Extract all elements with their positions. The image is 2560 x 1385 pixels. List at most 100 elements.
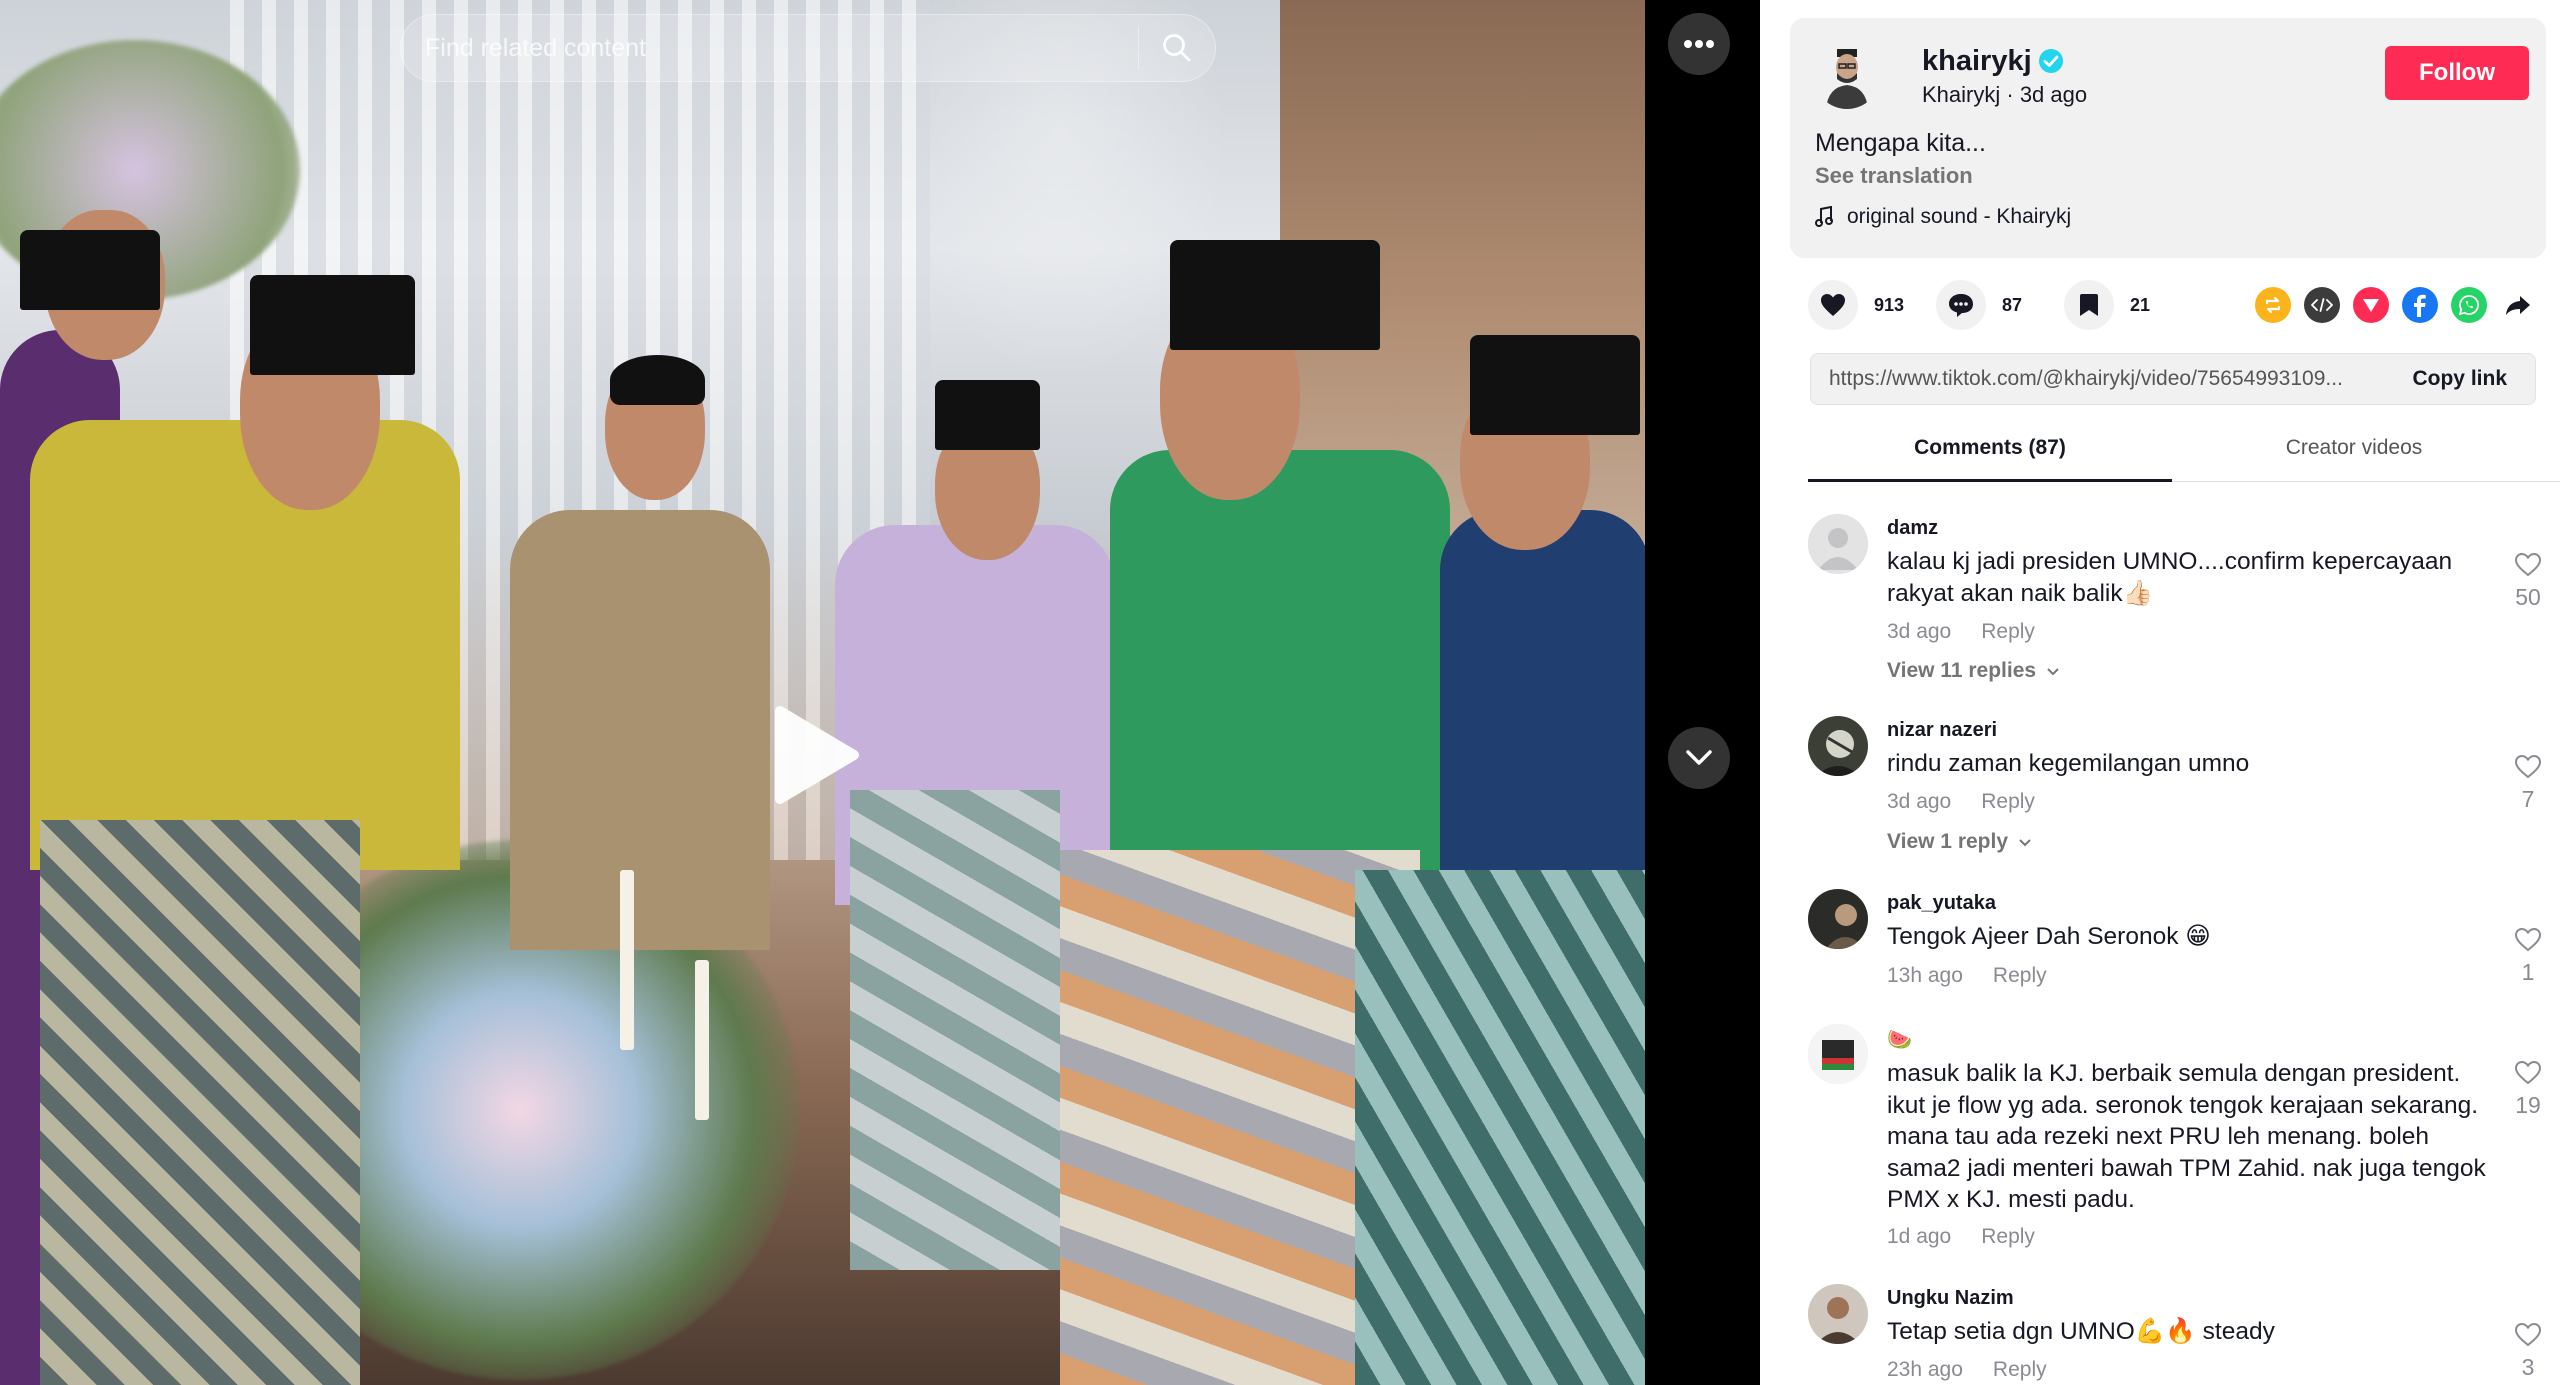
author-card: khairykj Khairykj · 3d ago Follow Mengap… (1790, 18, 2546, 258)
author-subline: Khairykj · 3d ago (1922, 82, 2087, 108)
facebook-icon[interactable] (2402, 287, 2438, 323)
embed-icon[interactable] (2304, 287, 2340, 323)
comment-like-button[interactable]: 19 (2510, 1060, 2546, 1119)
candle (695, 960, 709, 1120)
view-replies-button[interactable]: View 11 replies (1887, 659, 2060, 683)
like-circle (1808, 280, 1858, 330)
link-box: https://www.tiktok.com/@khairykj/video/7… (1810, 353, 2536, 405)
heart-outline-icon (2514, 754, 2542, 779)
video-panel (0, 0, 1760, 1385)
send-icon[interactable] (2353, 287, 2389, 323)
author-display-name: Khairykj (1922, 82, 2001, 107)
comment-username[interactable]: 🍉 (1887, 1027, 1912, 1052)
follow-button[interactable]: Follow (2385, 46, 2529, 100)
reply-button[interactable]: Reply (1993, 964, 2047, 988)
video-caption: Mengapa kita... (1815, 129, 1986, 157)
search-box (400, 14, 1216, 82)
video-link-url[interactable]: https://www.tiktok.com/@khairykj/video/7… (1811, 367, 2394, 391)
avatar-image (1808, 889, 1868, 949)
comment-avatar[interactable] (1808, 1024, 1868, 1084)
author-avatar[interactable] (1814, 43, 1880, 109)
reply-button[interactable]: Reply (1981, 790, 2035, 814)
comment-like-count: 7 (2521, 786, 2535, 812)
heart-outline-icon (2514, 552, 2542, 577)
search-button[interactable] (1139, 15, 1215, 81)
chevron-down-icon (1686, 750, 1712, 765)
verified-badge-icon (2039, 49, 2063, 73)
comment-time: 3d ago (1887, 790, 1952, 813)
avatar-image (1808, 1024, 1868, 1084)
repost-icon[interactable] (2255, 287, 2291, 323)
comment-like-count: 19 (2515, 1092, 2541, 1118)
heart-outline-icon (2514, 1322, 2542, 1347)
comment-text: Tetap setia dgn UMNO💪🔥 steady (1887, 1318, 2275, 1345)
see-translation-link[interactable]: See translation (1815, 163, 1973, 189)
save-button[interactable]: 21 (2064, 280, 2170, 330)
comment-avatar[interactable] (1808, 514, 1868, 574)
comment-meta: 13h ago Reply (1887, 964, 2047, 988)
comment-like-count: 50 (2515, 584, 2541, 610)
comment-like-button[interactable]: 3 (2510, 1322, 2546, 1381)
chevron-down-icon (2047, 667, 2059, 675)
comment-avatar[interactable] (1808, 716, 1868, 776)
reply-button[interactable]: Reply (1981, 1225, 2035, 1249)
search-icon (1163, 34, 1191, 62)
reply-button[interactable]: Reply (1993, 1358, 2047, 1382)
tab-comments[interactable]: Comments (87) (1808, 430, 2172, 482)
whatsapp-icon[interactable] (2451, 287, 2487, 323)
video-frame[interactable] (0, 0, 1645, 1385)
chevron-down-icon (2019, 838, 2031, 846)
author-username[interactable]: khairykj (1922, 45, 2032, 78)
comment-avatar[interactable] (1808, 889, 1868, 949)
comment-avatar[interactable] (1808, 1284, 1868, 1344)
comment-like-count: 1 (2521, 959, 2535, 985)
next-video-button[interactable] (1668, 727, 1730, 789)
side-panel: khairykj Khairykj · 3d ago Follow Mengap… (1760, 0, 2560, 1385)
comment-count: 87 (2002, 294, 2023, 315)
comment-time: 3d ago (1887, 620, 1952, 643)
heart-outline-icon (2514, 927, 2542, 952)
comment-username[interactable]: pak_yutaka (1887, 892, 1996, 915)
comment-circle (1936, 280, 1986, 330)
music-note-icon (1815, 206, 1833, 227)
save-count: 21 (2130, 294, 2151, 315)
comment-like-button[interactable]: 50 (2510, 552, 2546, 611)
comment-bubble-icon (1949, 294, 1973, 317)
copy-link-button[interactable]: Copy link (2394, 367, 2535, 391)
comment-username[interactable]: Ungku Nazim (1887, 1287, 2014, 1310)
more-options-button[interactable] (1668, 13, 1730, 75)
comment-username[interactable]: nizar nazeri (1887, 719, 1997, 742)
comment-time: 23h ago (1887, 1358, 1963, 1381)
view-replies-button[interactable]: View 1 reply (1887, 830, 2032, 854)
music-title: original sound - Khairykj (1847, 205, 2072, 228)
comment-text: kalau kj jadi presiden UMNO....confirm k… (1887, 548, 2453, 607)
comment-button[interactable]: 87 (1936, 280, 2042, 330)
play-icon[interactable] (770, 705, 860, 805)
stats-row: 913 87 21 (1808, 280, 2170, 330)
share-arrow-icon[interactable] (2500, 287, 2536, 323)
like-button[interactable]: 913 (1808, 280, 1914, 330)
comment-like-button[interactable]: 7 (2510, 754, 2546, 813)
share-row (2255, 287, 2536, 323)
comment-text: rindu zaman kegemilangan umno (1887, 750, 2250, 777)
candle (620, 870, 634, 1050)
comment-text: Tengok Ajeer Dah Seronok 😁 (1887, 923, 2211, 950)
avatar-image (1808, 716, 1868, 776)
comment-meta: 23h ago Reply (1887, 1358, 2047, 1382)
search-input[interactable] (401, 15, 1138, 81)
tabs: Comments (87) Creator videos (1808, 430, 2560, 482)
save-circle (2064, 280, 2114, 330)
comment-text: masuk balik la KJ. berbaik semula dengan… (1887, 1060, 2486, 1213)
music-row[interactable]: original sound - Khairykj (1815, 205, 2071, 229)
reply-button[interactable]: Reply (1981, 620, 2035, 644)
comment-like-button[interactable]: 1 (2510, 927, 2546, 986)
view-replies-label: View 11 replies (1887, 659, 2037, 682)
avatar-image (1808, 1284, 1868, 1344)
tab-creator-videos[interactable]: Creator videos (2172, 430, 2536, 481)
view-replies-label: View 1 reply (1887, 830, 2009, 853)
comment-meta: 3d ago Reply (1887, 790, 2035, 814)
bookmark-icon (2080, 294, 2098, 316)
comment-meta: 1d ago Reply (1887, 1225, 2035, 1249)
comment-like-count: 3 (2521, 1354, 2535, 1380)
comment-username[interactable]: damz (1887, 517, 1938, 540)
